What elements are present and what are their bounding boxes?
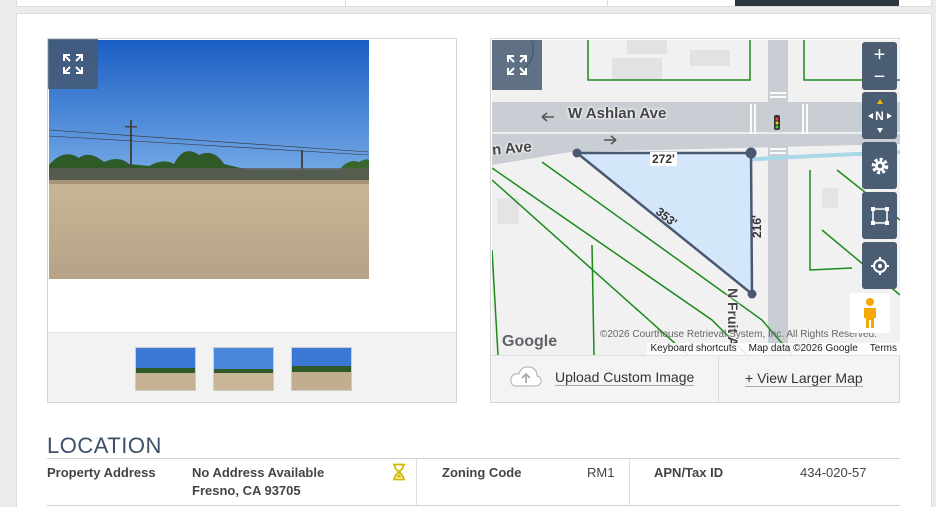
zoom-in-button[interactable]: +: [874, 45, 886, 65]
tab-divider: [607, 0, 608, 7]
street-label: W Ashlan Ave: [568, 105, 667, 122]
view-larger-map-link[interactable]: + View Larger Map: [745, 370, 863, 387]
column-divider: [416, 459, 417, 505]
address-line-2: Fresno, CA 93705: [192, 483, 301, 498]
upload-label: Upload Custom Image: [555, 368, 695, 386]
compass-button[interactable]: N: [862, 92, 897, 139]
apn-label: APN/Tax ID: [654, 465, 724, 480]
street-label: n Ave: [492, 138, 533, 159]
locate-button[interactable]: [862, 242, 897, 289]
photo-gallery: [47, 38, 457, 403]
tab-divider: [345, 0, 346, 7]
pending-hourglass-icon: [391, 463, 407, 486]
apn-value: 434-020-57: [800, 465, 867, 480]
draw-shape-button[interactable]: [862, 192, 897, 239]
keyboard-shortcuts-link[interactable]: Keyboard shortcuts: [650, 343, 736, 355]
zoning-code-value: RM1: [587, 465, 615, 480]
property-address-label: Property Address: [47, 465, 156, 480]
settings-button[interactable]: [862, 142, 897, 189]
expand-photo-button[interactable]: [48, 39, 98, 89]
map-attribution: Keyboard shortcuts Map data ©2026 Google…: [647, 343, 900, 355]
active-tab[interactable]: [735, 0, 899, 6]
parcel-map: W Ashlan Ave n Ave N Fruit A 272' 353' 2…: [490, 38, 900, 403]
cloud-upload-icon: [510, 366, 542, 387]
map-data-text: Map data ©2026 Google: [748, 343, 858, 354]
terms-link[interactable]: Terms: [870, 343, 897, 355]
crosshair-icon: [870, 256, 889, 275]
zoning-code-label: Zoning Code: [442, 465, 522, 480]
photo-thumbnail[interactable]: [213, 347, 274, 391]
section-divider: [47, 458, 900, 459]
column-divider: [629, 459, 630, 505]
address-line-1: No Address Available: [192, 465, 325, 480]
thumbnail-strip: [48, 332, 456, 402]
photo-thumbnail[interactable]: [135, 347, 196, 391]
google-logo: Google: [502, 333, 558, 350]
expand-icon: [63, 54, 83, 74]
photo-thumbnail[interactable]: [291, 347, 352, 391]
location-heading: LOCATION: [47, 433, 162, 458]
map-footer: Upload Custom Image + View Larger Map: [491, 355, 899, 402]
expand-map-button[interactable]: [492, 40, 542, 90]
parcel-dimension: 272': [650, 152, 677, 166]
upload-custom-image-button[interactable]: Upload Custom Image: [509, 364, 695, 390]
compass-north-label: N: [875, 108, 884, 123]
street-view-pegman[interactable]: [850, 293, 890, 333]
section-divider: [47, 505, 900, 506]
parcel-dimension: 216': [750, 215, 764, 238]
zoom-out-button[interactable]: −: [874, 67, 886, 87]
map-canvas[interactable]: W Ashlan Ave n Ave N Fruit A 272' 353' 2…: [492, 40, 900, 355]
polygon-select-icon: [870, 206, 889, 225]
top-tab-strip: [16, 0, 932, 7]
footer-divider: [718, 356, 719, 402]
map-copyright: ©2026 Courthouse Retrieval System, Inc. …: [600, 329, 877, 340]
expand-icon: [507, 55, 527, 75]
gear-icon: [871, 157, 888, 174]
pegman-icon: [864, 298, 876, 328]
zoom-control: + −: [862, 42, 897, 90]
